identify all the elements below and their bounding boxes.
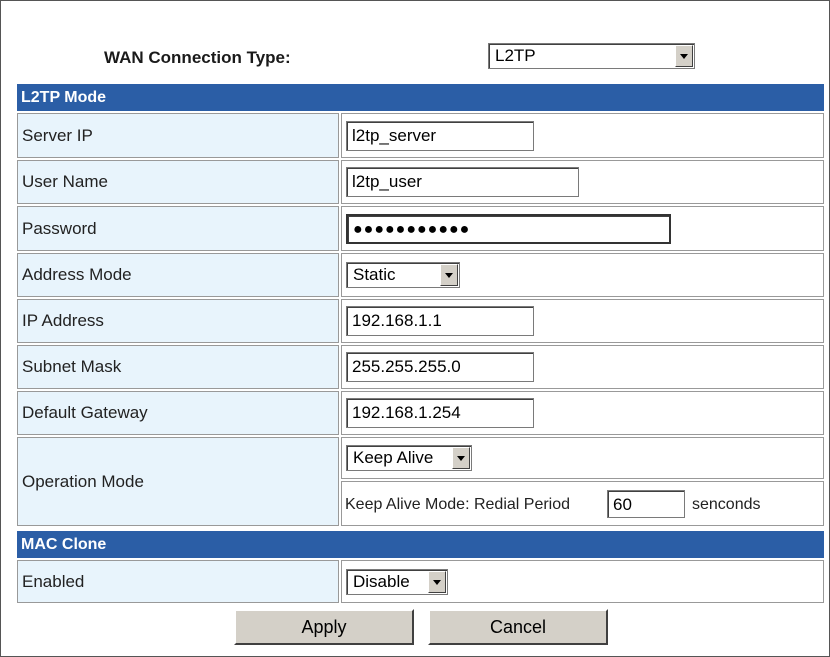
user-name-cell: l2tp_user xyxy=(341,160,824,204)
ip-address-cell: 192.168.1.1 xyxy=(341,299,824,343)
subnet-mask-cell: 255.255.255.0 xyxy=(341,345,824,389)
enabled-label: Enabled xyxy=(17,560,339,603)
section-header-l2tp-mode: L2TP Mode xyxy=(17,84,824,111)
table-row-operation-mode: Operation Mode Keep Alive Keep Alive Mod… xyxy=(17,437,824,526)
chevron-down-icon[interactable] xyxy=(428,571,446,593)
ip-address-input[interactable]: 192.168.1.1 xyxy=(346,306,534,336)
operation-mode-value: Keep Alive xyxy=(353,448,434,467)
user-name-label: User Name xyxy=(17,160,339,204)
address-mode-cell: Static xyxy=(341,253,824,297)
table-row-enabled: Enabled Disable xyxy=(17,560,824,603)
password-cell: ●●●●●●●●●●● xyxy=(341,206,824,251)
address-mode-value: Static xyxy=(353,265,396,284)
default-gateway-cell: 192.168.1.254 xyxy=(341,391,824,435)
ip-address-label: IP Address xyxy=(17,299,339,343)
server-ip-cell: l2tp_server xyxy=(341,113,824,158)
table-row-password: Password ●●●●●●●●●●● xyxy=(17,206,824,251)
table-row-subnet-mask: Subnet Mask 255.255.255.0 xyxy=(17,345,824,389)
enabled-value: Disable xyxy=(353,572,410,591)
wan-connection-row: WAN Connection Type: L2TP xyxy=(0,40,828,76)
address-mode-label: Address Mode xyxy=(17,253,339,297)
redial-period-unit: senconds xyxy=(692,496,761,513)
password-label: Password xyxy=(17,206,339,251)
section-header-mac-clone: MAC Clone xyxy=(17,531,824,558)
table-row-default-gateway: Default Gateway 192.168.1.254 xyxy=(17,391,824,435)
enabled-select[interactable]: Disable xyxy=(346,569,448,595)
apply-button[interactable]: Apply xyxy=(234,609,414,645)
subnet-mask-label: Subnet Mask xyxy=(17,345,339,389)
wan-connection-type-label: WAN Connection Type: xyxy=(104,48,291,67)
chevron-down-icon[interactable] xyxy=(675,45,693,67)
table-row-user-name: User Name l2tp_user xyxy=(17,160,824,204)
default-gateway-label: Default Gateway xyxy=(17,391,339,435)
operation-mode-select-cell: Keep Alive xyxy=(341,437,824,479)
address-mode-select[interactable]: Static xyxy=(346,262,460,288)
wan-connection-type-select[interactable]: L2TP xyxy=(488,43,695,69)
table-row-server-ip: Server IP l2tp_server xyxy=(17,113,824,158)
default-gateway-input[interactable]: 192.168.1.254 xyxy=(346,398,534,428)
subnet-mask-input[interactable]: 255.255.255.0 xyxy=(346,352,534,382)
chevron-down-icon[interactable] xyxy=(452,447,470,469)
wan-connection-type-value: L2TP xyxy=(495,46,536,65)
redial-period-input[interactable]: 60 xyxy=(607,489,685,518)
user-name-input[interactable]: l2tp_user xyxy=(346,167,579,197)
table-row-ip-address: IP Address 192.168.1.1 xyxy=(17,299,824,343)
operation-mode-label: Operation Mode xyxy=(17,437,339,526)
password-input[interactable]: ●●●●●●●●●●● xyxy=(346,213,671,244)
redial-period-label: Keep Alive Mode: Redial Period xyxy=(345,496,571,513)
chevron-down-icon[interactable] xyxy=(440,264,458,286)
cancel-button[interactable]: Cancel xyxy=(428,609,608,645)
server-ip-label: Server IP xyxy=(17,113,339,158)
server-ip-input[interactable]: l2tp_server xyxy=(346,120,534,151)
table-row-address-mode: Address Mode Static xyxy=(17,253,824,297)
redial-period-cell: Keep Alive Mode: Redial Period 60 sencon… xyxy=(341,481,824,526)
enabled-cell: Disable xyxy=(341,560,824,603)
operation-mode-select[interactable]: Keep Alive xyxy=(346,445,472,471)
